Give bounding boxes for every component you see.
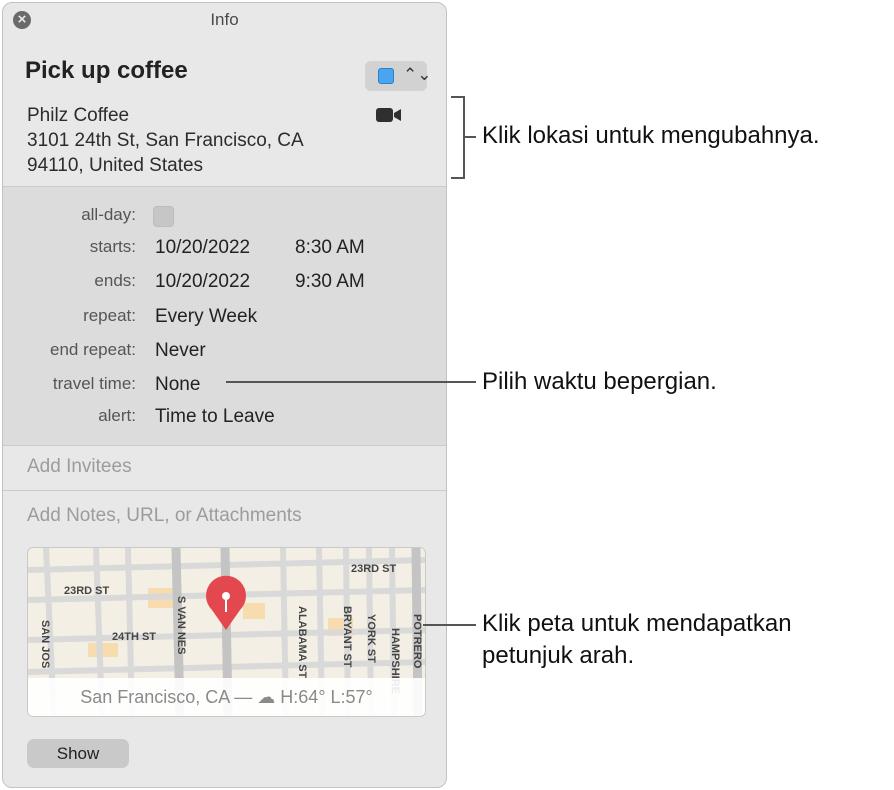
event-location[interactable]: Philz Coffee 3101 24th St, San Francisco… (27, 103, 304, 178)
location-address-line2: 94110, United States (27, 155, 204, 176)
map-street-label: 23RD ST (64, 585, 110, 597)
event-details-section: all-day: starts: 10/20/2022 8:30 AM ends… (3, 187, 446, 445)
add-notes-field[interactable]: Add Notes, URL, or Attachments (27, 505, 302, 527)
map-weather-caption: San Francisco, CA — ☁ H:64° L:57° (28, 678, 425, 716)
ends-date[interactable]: 10/20/2022 (155, 271, 250, 293)
callout-line (464, 136, 476, 138)
starts-label: starts: (89, 237, 136, 256)
callout-map-line1: Klik peta untuk mendapatkan (482, 610, 792, 637)
allday-label: all-day: (81, 205, 136, 224)
location-name: Philz Coffee (27, 105, 130, 126)
alert-value[interactable]: Time to Leave (155, 406, 275, 428)
travel-time-value[interactable]: None (155, 374, 200, 396)
callout-line (423, 624, 476, 626)
divider (3, 445, 446, 446)
travel-time-label: travel time: (52, 374, 136, 393)
chevron-updown-icon: ⌃⌄ (403, 65, 432, 84)
starts-date[interactable]: 10/20/2022 (155, 237, 250, 259)
alert-label: alert: (98, 406, 136, 425)
title-bar: × Info (3, 3, 446, 35)
callout-travel: Pilih waktu bepergian. (482, 368, 717, 395)
callout-location: Klik lokasi untuk mengubahnya. (482, 122, 820, 149)
location-map[interactable]: 23RD ST 23RD ST 24TH ST S VAN NES ALABAM… (27, 547, 426, 717)
repeat-value[interactable]: Every Week (155, 306, 257, 328)
map-street-label: YORK ST (365, 614, 377, 663)
repeat-label: repeat: (83, 306, 136, 325)
event-info-popover: × Info Pick up coffee ⌃⌄ Philz Coffee 31… (2, 2, 447, 788)
map-street-label: SAN JOS (39, 620, 51, 668)
end-repeat-value[interactable]: Never (155, 340, 206, 362)
callout-map-line2: petunjuk arah. (482, 642, 635, 669)
map-street-label: 23RD ST (351, 563, 397, 575)
map-street-label: POTRERO (411, 614, 423, 669)
event-title[interactable]: Pick up coffee (25, 57, 188, 85)
ends-label: ends: (94, 271, 136, 290)
callout-bracket (451, 177, 464, 179)
divider (3, 490, 446, 491)
add-invitees-field[interactable]: Add Invitees (27, 456, 132, 478)
callout-line (226, 381, 476, 383)
callout-map: Klik peta untuk mendapatkan petunjuk ara… (482, 608, 792, 672)
map-street-label: 24TH ST (112, 631, 156, 643)
show-button[interactable]: Show (27, 739, 129, 768)
map-street-label: BRYANT ST (341, 606, 353, 668)
window-title: Info (210, 10, 239, 29)
video-call-icon[interactable] (376, 107, 402, 123)
ends-time[interactable]: 9:30 AM (295, 271, 365, 293)
calendar-color-picker[interactable]: ⌃⌄ (365, 61, 432, 91)
location-address-line1: 3101 24th St, San Francisco, CA (27, 130, 304, 151)
allday-checkbox[interactable] (153, 206, 174, 227)
map-street-label: S VAN NES (175, 596, 187, 654)
starts-time[interactable]: 8:30 AM (295, 237, 365, 259)
calendar-color-swatch (378, 68, 394, 84)
end-repeat-label: end repeat: (49, 340, 136, 359)
map-street-label: ALABAMA ST (296, 606, 308, 679)
